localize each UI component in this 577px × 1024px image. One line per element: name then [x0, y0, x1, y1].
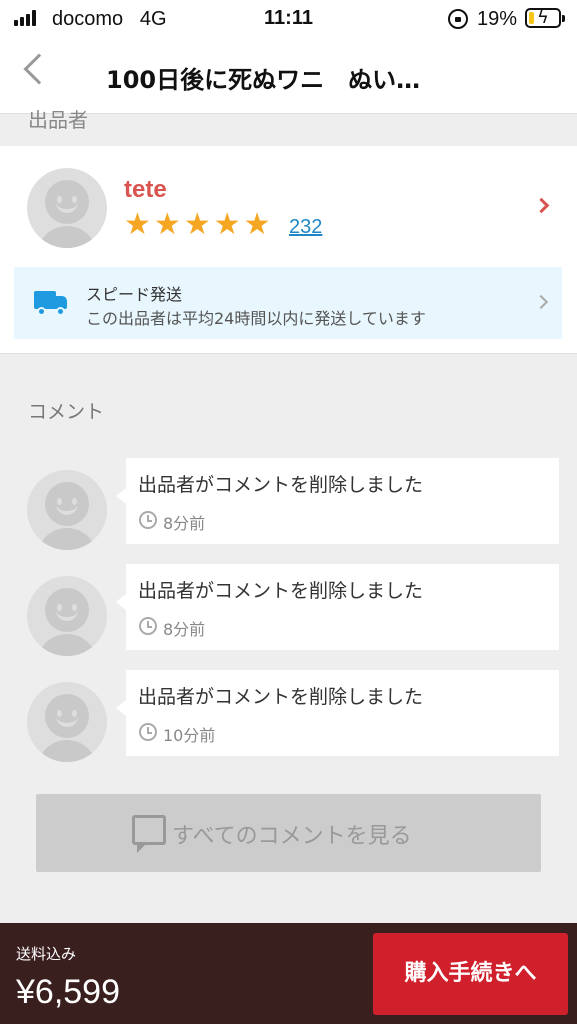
comment-time: 10分前	[163, 726, 216, 745]
star-icon: ★	[183, 207, 211, 242]
speed-shipping-title: スピード発送	[86, 285, 183, 304]
comment-text: 出品者がコメントを削除しました	[138, 580, 424, 602]
price: ¥6,599	[16, 973, 120, 1011]
charging-icon: ϟ	[537, 7, 549, 28]
comments-section-label: コメント	[28, 401, 105, 423]
commenter-avatar[interactable]	[27, 470, 107, 550]
rating-stars: ★ ★ ★ ★ ★	[124, 210, 271, 240]
comment-item: 出品者がコメントを削除しました 8分前	[0, 564, 577, 656]
seller-name[interactable]: tete	[124, 176, 167, 204]
shipping-included-label: 送料込み	[16, 945, 77, 963]
comment-time: 8分前	[163, 514, 206, 533]
page-title: 100日後に死ぬワニ ぬい…	[106, 66, 421, 94]
nav-bar: 100日後に死ぬワニ ぬい…	[0, 38, 577, 114]
comment-item: 出品者がコメントを削除しました 10分前	[0, 670, 577, 762]
buy-button[interactable]: 購入手続きへ	[373, 933, 568, 1015]
chevron-right-icon[interactable]	[533, 197, 550, 214]
battery-level	[529, 12, 534, 24]
clock-icon	[139, 511, 157, 529]
seller-card[interactable]: tete ★ ★ ★ ★ ★ 232 スピード発送 この出品者は平均24時間以内に発送し…	[0, 146, 577, 354]
clock-icon	[139, 723, 157, 741]
chevron-right-icon	[533, 294, 549, 310]
truck-icon	[34, 289, 70, 317]
see-all-comments-label: すべてのコメントを見る	[172, 824, 412, 849]
star-icon: ★	[153, 207, 181, 242]
comment-text: 出品者がコメントを削除しました	[138, 686, 424, 708]
comment-item: 出品者がコメントを削除しました 8分前	[0, 458, 577, 550]
speed-shipping-banner[interactable]: スピード発送 この出品者は平均24時間以内に発送しています	[14, 267, 562, 339]
purchase-bar: 送料込み ¥6,599 購入手続きへ	[0, 923, 577, 1024]
comment-time: 8分前	[163, 620, 206, 639]
seller-avatar[interactable]	[27, 168, 107, 248]
star-icon: ★	[124, 207, 151, 242]
comment-bubble: 出品者がコメントを削除しました 8分前	[116, 564, 559, 650]
comment-bubble: 出品者がコメントを削除しました 8分前	[116, 458, 559, 544]
star-icon: ★	[213, 207, 241, 242]
review-count-link[interactable]: 232	[289, 216, 322, 239]
rotation-lock-icon	[448, 9, 468, 29]
speed-shipping-description: この出品者は平均24時間以内に発送しています	[86, 309, 426, 328]
star-icon: ★	[243, 207, 271, 242]
seller-section-label: 出品者	[28, 108, 88, 132]
battery-icon: ϟ	[525, 7, 565, 28]
chevron-left-icon[interactable]	[23, 53, 55, 85]
commenter-avatar[interactable]	[27, 682, 107, 762]
comment-text: 出品者がコメントを削除しました	[138, 474, 424, 496]
chat-bubble-icon	[132, 815, 166, 853]
commenter-avatar[interactable]	[27, 576, 107, 656]
comment-bubble: 出品者がコメントを削除しました 10分前	[116, 670, 559, 756]
battery-percent: 19%	[477, 8, 518, 30]
see-all-comments-button[interactable]: すべてのコメントを見る	[36, 794, 541, 872]
status-bar: docomo 4G 11:11 19% ϟ	[0, 0, 577, 38]
clock-icon	[139, 617, 157, 635]
